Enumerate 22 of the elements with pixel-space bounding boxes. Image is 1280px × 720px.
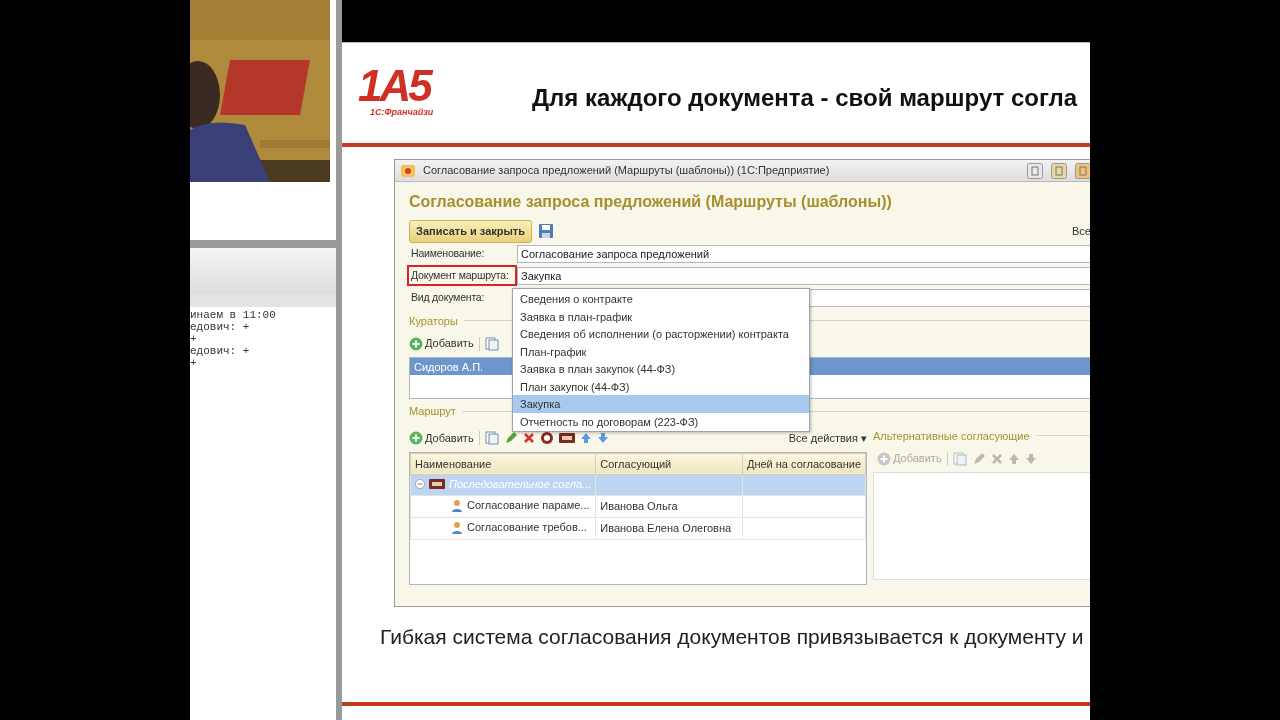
logo-caption: 1С:Франчайзи xyxy=(369,106,435,120)
field-label: Наименование: xyxy=(410,245,486,261)
window-title: Согласование запроса предложений (Маршруты (шаблоны)) (1С:Предприятие) xyxy=(423,163,830,179)
group-title: Кураторы xyxy=(409,313,458,329)
row-name: Согласование требов... xyxy=(467,520,587,535)
chat-line: + xyxy=(190,333,197,345)
chat-line: едович: + xyxy=(190,345,250,357)
table-cell: Иванова Елена Олеговна xyxy=(595,517,743,540)
table-cell: Иванова Ольга xyxy=(595,495,743,518)
logo-mark: 1А5 xyxy=(358,66,432,107)
form-title: Согласование запроса предложений (Маршруты (шаблоны)) xyxy=(408,192,893,212)
group-title: Маршрут xyxy=(409,404,456,419)
slide-caption: Гибкая система согласования документов привязывается к документу и xyxy=(379,624,1085,650)
chat-line: + xyxy=(190,357,197,369)
chat-line: инаем в 11:00 xyxy=(190,309,276,321)
chat-line: едович: + xyxy=(190,321,250,333)
row-name: Согласование параме... xyxy=(467,497,590,513)
field-label: Документ маршрута: xyxy=(407,264,517,287)
slide-title: Для каждого документа - свой маршрут согла xyxy=(532,83,1077,113)
field-label: Вид документа: xyxy=(410,289,486,305)
group-title: Альтернативные согласующие xyxy=(873,428,1030,444)
row-name: Последовательное согла... xyxy=(449,477,592,492)
